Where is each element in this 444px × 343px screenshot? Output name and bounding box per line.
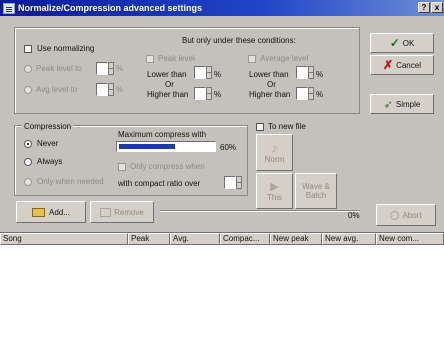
percent-sign: % <box>116 64 124 73</box>
avg-lower-than-label: Lower than <box>249 70 289 79</box>
compact-ratio-label: with compact ratio over <box>118 179 201 188</box>
window-title: Normalize/Compression advanced settings <box>18 3 203 13</box>
peak-condition-label: Peak level <box>158 54 195 63</box>
compression-title: Compression <box>22 122 74 131</box>
avg-level-radio[interactable] <box>24 86 32 94</box>
only-compress-checkbox[interactable] <box>118 163 126 171</box>
max-compress-label: Maximum compress with <box>118 130 207 139</box>
peak-higher-than-label: Higher than <box>147 90 189 99</box>
column-header-peak[interactable]: Peak <box>128 233 170 245</box>
help-button[interactable]: ? <box>418 2 430 13</box>
this-icon: ▶ <box>270 181 279 193</box>
abort-icon <box>390 210 400 220</box>
norm-button[interactable]: ♪ Norm <box>256 134 293 171</box>
peak-lower-than-label: Lower than <box>147 70 187 79</box>
song-list-header: Song Peak Avg. Compac... New peak New av… <box>0 233 444 245</box>
cancel-button[interactable]: ✗ Cancel <box>370 55 434 75</box>
remove-button[interactable]: Remove <box>90 201 154 223</box>
column-header-new-avg[interactable]: New avg. <box>322 233 376 245</box>
close-button[interactable]: x <box>431 2 443 13</box>
norm-icon: ♪ <box>271 141 278 155</box>
peak-condition-checkbox[interactable] <box>146 55 154 63</box>
checkmark-icon: ✓ <box>389 36 400 50</box>
ok-button[interactable]: ✓ OK <box>370 33 434 53</box>
peak-level-radio[interactable] <box>24 65 32 73</box>
average-condition-checkbox[interactable] <box>248 55 256 63</box>
always-label: Always <box>37 157 63 166</box>
peak-or-label: Or <box>165 80 174 89</box>
folder-icon <box>32 207 46 217</box>
always-radio[interactable] <box>24 158 32 166</box>
percent-sign: % <box>316 70 324 79</box>
never-radio[interactable] <box>24 140 32 148</box>
column-header-compac[interactable]: Compac... <box>220 233 270 245</box>
peak-higher-spinner[interactable] <box>194 87 212 100</box>
to-new-file-checkbox[interactable] <box>256 123 264 131</box>
avg-lower-spinner[interactable] <box>296 66 314 79</box>
remove-icon <box>100 207 112 217</box>
add-button[interactable]: Add... <box>16 201 86 223</box>
compact-ratio-spinner[interactable] <box>224 176 242 189</box>
column-header-song[interactable]: Song <box>0 233 128 245</box>
abort-button[interactable]: Abort <box>376 204 436 226</box>
simple-button[interactable]: ➶ Simple <box>370 94 434 114</box>
only-when-needed-radio[interactable] <box>24 178 32 186</box>
peak-lower-spinner[interactable] <box>194 66 212 79</box>
never-label: Never <box>37 139 59 148</box>
use-normalizing-checkbox[interactable] <box>24 45 32 53</box>
avg-higher-spinner[interactable] <box>296 87 314 100</box>
to-new-file-label: To new file <box>268 122 306 131</box>
use-normalizing-label: Use normalizing <box>37 44 95 53</box>
title-bar[interactable]: Normalize/Compression advanced settings … <box>0 0 444 16</box>
conditions-label: But only under these conditions: <box>182 36 296 45</box>
percent-sign: % <box>214 70 222 79</box>
cancel-x-icon: ✗ <box>383 58 394 72</box>
compress-level-bar[interactable] <box>116 141 216 152</box>
only-when-needed-label: Only when needed <box>37 177 104 186</box>
column-header-avg[interactable]: Avg. <box>170 233 220 245</box>
progress-track <box>160 210 360 211</box>
peak-level-to-label: Peak level to <box>36 64 82 73</box>
percent-sign: % <box>316 90 324 99</box>
avg-level-spinner[interactable] <box>96 83 114 96</box>
percent-sign: % <box>214 90 222 99</box>
percent-sign: % <box>116 85 124 94</box>
song-list[interactable]: Song Peak Avg. Compac... New peak New av… <box>0 232 444 343</box>
avg-level-to-label: Avg level to <box>36 85 78 94</box>
avg-or-label: Or <box>267 80 276 89</box>
simple-mode-icon: ➶ <box>383 98 393 111</box>
compress-level-fill <box>119 144 175 149</box>
column-header-new-com[interactable]: New com... <box>376 233 444 245</box>
peak-level-spinner[interactable] <box>96 62 114 75</box>
average-condition-label: Average level <box>260 54 309 63</box>
wave-batch-button[interactable]: Wave & Batch <box>295 173 337 209</box>
avg-higher-than-label: Higher than <box>249 90 291 99</box>
app-icon <box>3 2 15 14</box>
this-button[interactable]: ▶ This <box>256 173 293 209</box>
progress-percent: 0% <box>348 211 360 220</box>
only-compress-label: Only compress when <box>130 162 205 171</box>
column-header-new-peak[interactable]: New peak <box>270 233 322 245</box>
max-compress-value: 60% <box>220 143 237 152</box>
